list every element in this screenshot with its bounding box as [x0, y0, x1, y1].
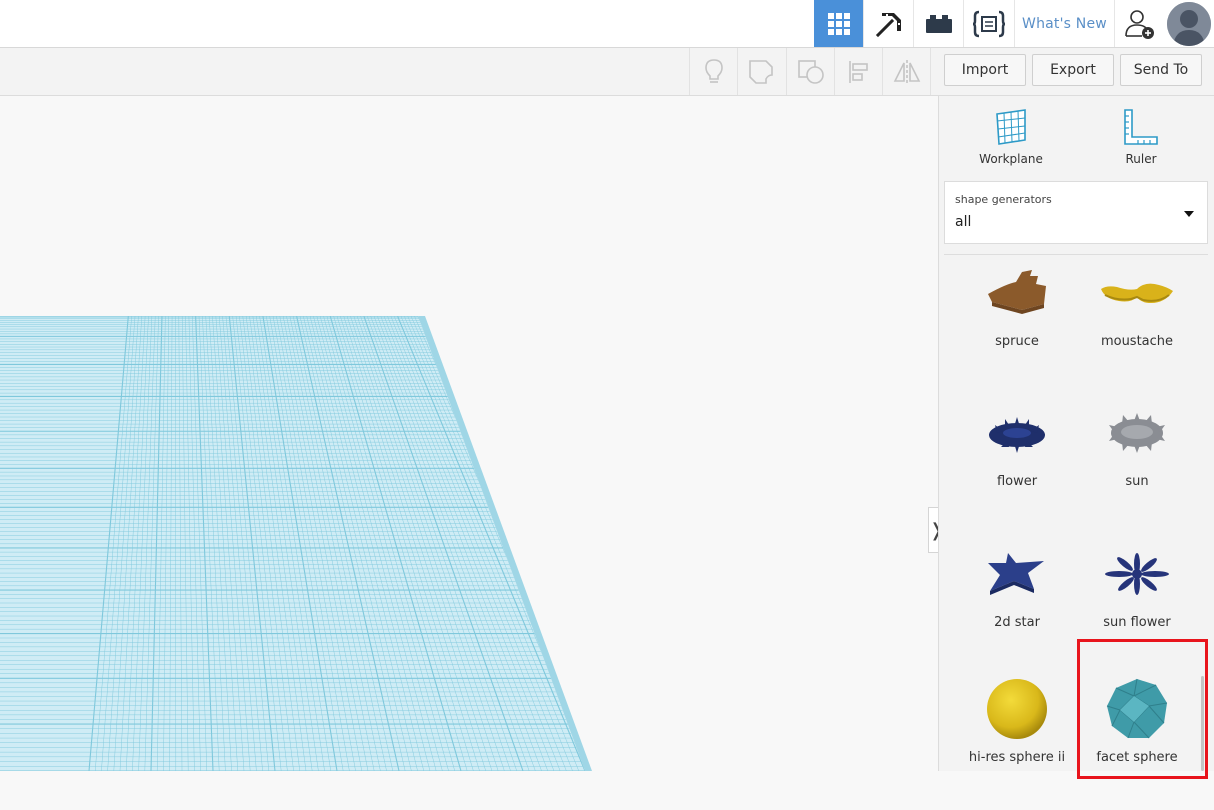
group-icon[interactable]: [737, 48, 785, 95]
star-shape-icon: [988, 553, 1044, 595]
sun-flower-shape-icon: [1105, 553, 1169, 595]
shape-flower[interactable]: flower: [957, 398, 1077, 534]
ungroup-icon[interactable]: [786, 48, 834, 95]
add-user-icon[interactable]: [1114, 0, 1164, 47]
user-avatar[interactable]: [1164, 0, 1214, 47]
mirror-icon[interactable]: [882, 48, 930, 95]
divider: [944, 254, 1208, 255]
shape-label: sun: [1125, 474, 1149, 489]
codeblocks-icon[interactable]: [963, 0, 1014, 47]
moustache-shape-icon: [1101, 283, 1173, 303]
import-button[interactable]: Import: [944, 54, 1026, 86]
shape-category-dropdown[interactable]: shape generators all: [944, 181, 1208, 244]
shape-label: 2d star: [994, 615, 1040, 630]
workplane-label: Workplane: [979, 152, 1043, 166]
dropdown-value: all: [955, 214, 972, 230]
whats-new-link[interactable]: What's New: [1014, 0, 1114, 47]
editor-toolbar: Import Export Send To: [0, 48, 1214, 96]
shape-label: flower: [996, 474, 1038, 489]
export-button[interactable]: Export: [1032, 54, 1114, 86]
workplane-viewport[interactable]: [0, 96, 938, 771]
shape-spruce[interactable]: spruce: [957, 258, 1077, 394]
sphere-shape-icon: [987, 679, 1047, 739]
whats-new-label: What's New: [1022, 15, 1107, 32]
shape-label: hi-res sphere ii: [968, 750, 1066, 765]
shape-sun[interactable]: sun: [1077, 398, 1197, 534]
facet-sphere-shape-icon: [1106, 678, 1168, 739]
ruler-label: Ruler: [1125, 152, 1157, 166]
shape-moustache[interactable]: moustache: [1077, 258, 1197, 394]
spruce-shape-icon: [988, 270, 1046, 314]
workplane-tool[interactable]: Workplane: [961, 108, 1061, 170]
shape-hi-res-sphere-ii[interactable]: hi-res sphere ii: [957, 674, 1077, 810]
flower-shape-icon: [989, 417, 1045, 453]
toolbar-divider: [930, 48, 931, 95]
ruler-tool[interactable]: Ruler: [1091, 108, 1191, 170]
workplane-grid[interactable]: [0, 96, 938, 771]
shape-sun-flower[interactable]: sun flower: [1077, 539, 1197, 675]
align-icon[interactable]: [834, 48, 882, 95]
caret-down-icon: [1184, 211, 1194, 217]
workplane-icon: [996, 109, 1026, 145]
top-navigation-bar: What's New: [0, 0, 1214, 48]
shape-facet-sphere[interactable]: facet sphere: [1077, 674, 1197, 810]
send-to-button[interactable]: Send To: [1120, 54, 1202, 86]
shape-label: sun flower: [1103, 615, 1171, 630]
workplane-surface: [0, 316, 585, 771]
panel-scrollbar[interactable]: [1201, 676, 1204, 771]
lego-brick-icon[interactable]: [913, 0, 963, 47]
shape-label: moustache: [1100, 334, 1174, 349]
lightbulb-icon[interactable]: [689, 48, 737, 95]
dropdown-caption: shape generators: [955, 193, 1052, 206]
shape-2d-star[interactable]: 2d star: [957, 539, 1077, 675]
ruler-icon: [1124, 109, 1158, 145]
3d-design-grid-icon[interactable]: [814, 0, 863, 47]
sun-shape-icon: [1109, 413, 1165, 453]
shape-label: facet sphere: [1096, 750, 1178, 765]
shapes-panel: Workplane Ruler shape generators all spr…: [938, 96, 1214, 771]
minecraft-pickaxe-icon[interactable]: [863, 0, 913, 47]
shape-label: spruce: [995, 334, 1039, 349]
